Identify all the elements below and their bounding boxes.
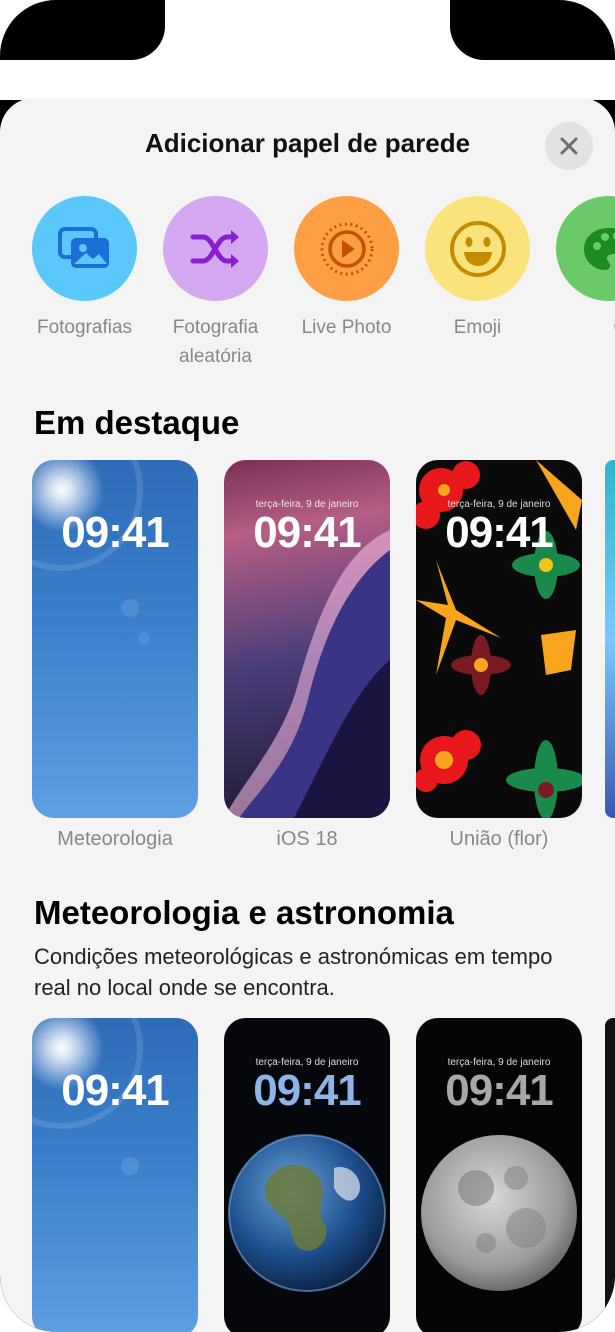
shuffle-icon (163, 196, 268, 301)
category-emoji[interactable]: Emoji (425, 196, 530, 371)
photos-icon (32, 196, 137, 301)
wallpaper-card-partial[interactable] (605, 1018, 615, 1332)
wallpaper-label: União (flor) (449, 828, 549, 850)
section-subtitle-weather-astronomy: Condições meteorológicas e astronómicas … (34, 944, 553, 1000)
lock-clock: 09:41 (253, 1066, 362, 1115)
category-label: Fotografias (36, 317, 133, 338)
wallpaper-card-partial[interactable] (605, 460, 615, 818)
weather-astronomy-wallpaper-row: 09:41 terça-feira, 9 de janeiro 09:41 te… (32, 1018, 582, 1332)
add-wallpaper-sheet: Adicionar papel de parede Fotografias Fo… (0, 98, 615, 1332)
lock-clock: 09:41 (61, 1066, 170, 1115)
category-label: Co (579, 313, 615, 342)
top-notch-area (0, 0, 615, 100)
palette-icon (556, 196, 615, 301)
category-label: Live Photo (301, 317, 392, 338)
category-live-photo[interactable]: Live Photo (294, 196, 399, 371)
live-photo-icon (294, 196, 399, 301)
emoji-icon (425, 196, 530, 301)
section-title-featured: Em destaque (34, 404, 240, 441)
wallpaper-card-moon[interactable]: terça-feira, 9 de janeiro 09:41 (416, 1018, 582, 1332)
sheet-title: Adicionar papel de parede (144, 128, 471, 158)
wallpaper-card-ios18[interactable]: terça-feira, 9 de janeiro 09:41 iOS 18 (224, 460, 390, 851)
lock-clock: 09:41 (61, 508, 170, 557)
category-photos[interactable]: Fotografias (32, 196, 137, 371)
lock-clock: 09:41 (253, 508, 362, 557)
wallpaper-card-weather-live[interactable]: 09:41 (32, 1018, 198, 1332)
wallpaper-thumbnail: terça-feira, 9 de janeiro 09:41 (416, 1018, 582, 1332)
category-color[interactable]: Co (556, 196, 615, 371)
close-icon (560, 137, 578, 155)
section-title-weather-astronomy: Meteorologia e astronomia (34, 894, 454, 931)
wallpaper-thumbnail: 09:41 (32, 1018, 198, 1332)
wallpaper-label: iOS 18 (276, 828, 338, 850)
category-label: Emoji (453, 317, 502, 338)
close-button[interactable] (545, 122, 593, 170)
wallpaper-category-list: Fotografias Fotografia aleatória Live Ph… (32, 196, 615, 371)
wallpaper-thumbnail: terça-feira, 9 de janeiro 09:41 (416, 460, 582, 818)
wallpaper-thumbnail: terça-feira, 9 de janeiro 09:41 (224, 460, 390, 818)
category-label: Fotografia aleatória (172, 317, 259, 367)
wallpaper-label: Meteorologia (57, 828, 173, 850)
lock-clock: 09:41 (445, 508, 554, 557)
wallpaper-card-unity-flower[interactable]: terça-feira, 9 de janeiro 09:41 União (f… (416, 460, 582, 851)
device-frame: Adicionar papel de parede Fotografias Fo… (0, 0, 615, 1332)
wallpaper-card-weather[interactable]: 09:41 Meteorologia (32, 460, 198, 851)
lock-clock: 09:41 (445, 1066, 554, 1115)
wallpaper-thumbnail: terça-feira, 9 de janeiro 09:41 (224, 1018, 390, 1332)
wallpaper-thumbnail: 09:41 (32, 460, 198, 818)
category-shuffle-photo[interactable]: Fotografia aleatória (163, 196, 268, 371)
wallpaper-card-earth[interactable]: terça-feira, 9 de janeiro 09:41 (224, 1018, 390, 1332)
featured-wallpaper-row: 09:41 Meteorologia terça-feira, 9 de jan… (32, 460, 582, 851)
